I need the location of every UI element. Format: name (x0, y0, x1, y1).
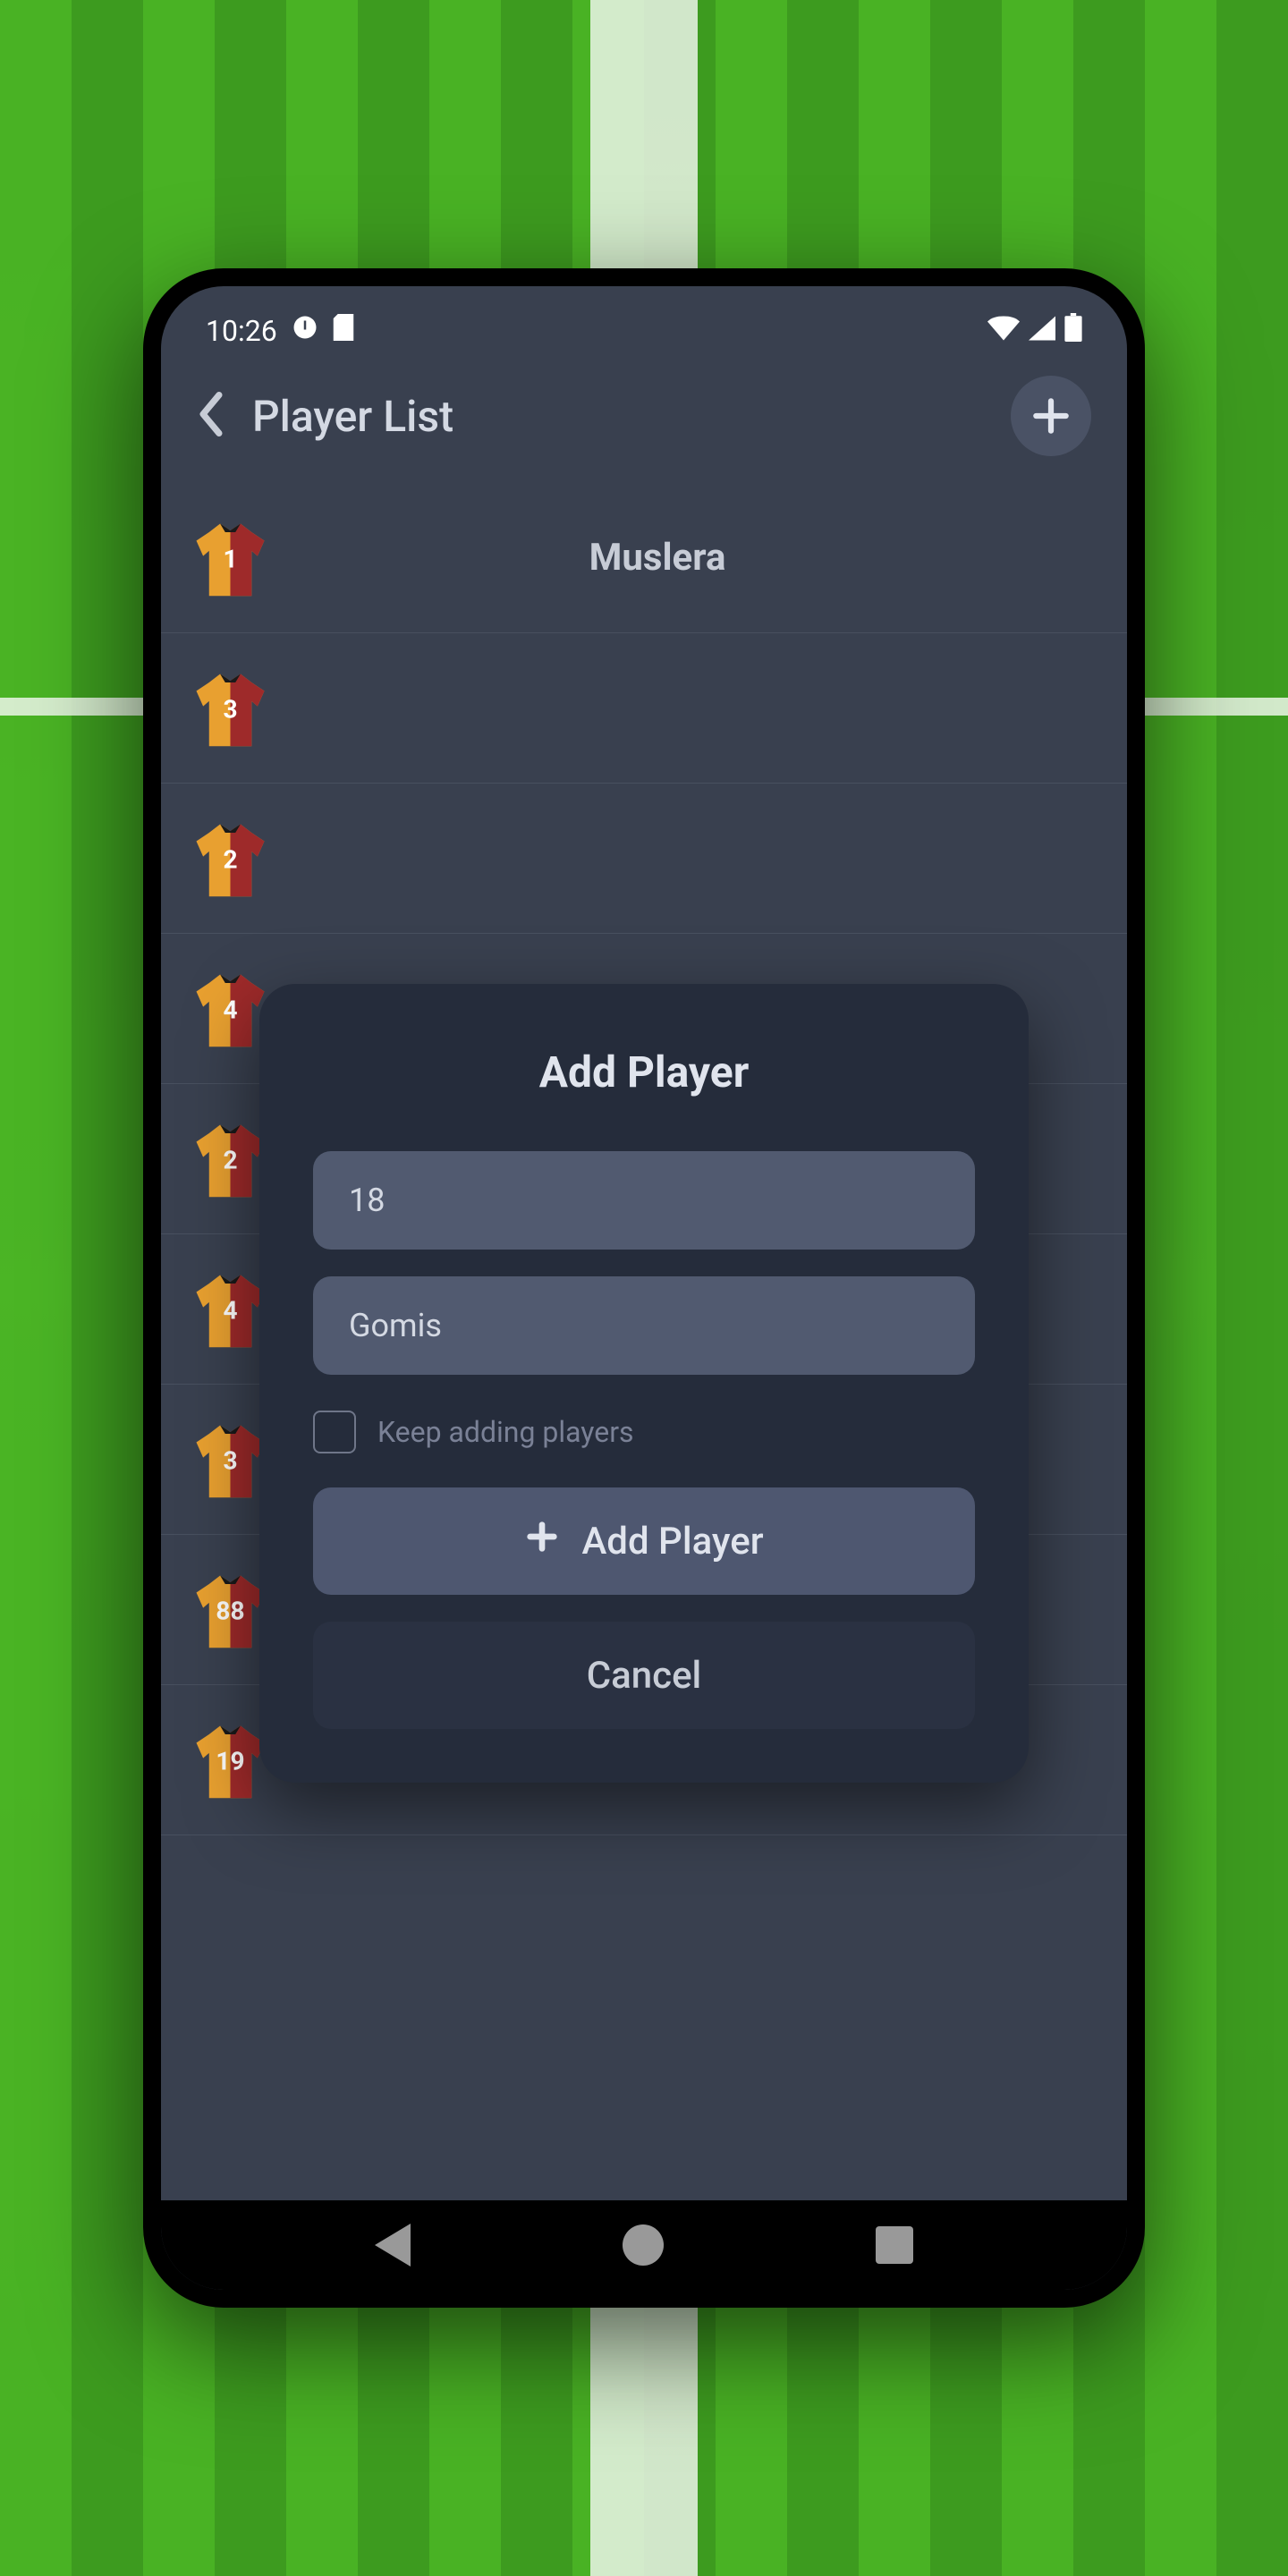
player-name: Muslera (300, 536, 1100, 580)
keep-adding-label: Keep adding players (377, 1415, 634, 1449)
jersey-number: 4 (223, 996, 237, 1025)
jersey-icon: 3 (188, 665, 273, 750)
status-sd-icon (333, 314, 354, 348)
keep-adding-row[interactable]: Keep adding players (313, 1402, 975, 1487)
back-icon[interactable] (197, 392, 225, 440)
plus-icon (524, 1519, 560, 1564)
nav-home-icon[interactable] (623, 2224, 664, 2266)
nav-recents-icon[interactable] (876, 2226, 913, 2264)
jersey-number: 2 (223, 845, 237, 875)
add-player-dialog: Add Player Keep adding players Add Playe… (259, 984, 1029, 1783)
status-dnd-icon (292, 314, 318, 348)
player-number-input[interactable] (313, 1151, 975, 1250)
list-item[interactable]: 3 (161, 633, 1127, 784)
signal-icon (1029, 314, 1055, 348)
status-time: 10:26 (206, 314, 277, 348)
jersey-icon: 1 (188, 515, 273, 600)
wifi-icon (987, 314, 1020, 348)
jersey-number: 3 (223, 695, 237, 724)
app-header: Player List (161, 358, 1127, 483)
add-player-button[interactable] (1011, 376, 1091, 456)
player-name-input[interactable] (313, 1276, 975, 1375)
list-item[interactable]: 2 (161, 784, 1127, 934)
add-player-confirm-button[interactable]: Add Player (313, 1487, 975, 1595)
battery-icon (1064, 313, 1082, 349)
add-button-label: Add Player (581, 1520, 763, 1563)
status-bar: 10:26 (161, 286, 1127, 358)
dialog-title: Add Player (313, 1046, 975, 1097)
cancel-button[interactable]: Cancel (313, 1622, 975, 1729)
jersey-number: 88 (216, 1597, 244, 1626)
jersey-number: 4 (223, 1296, 237, 1326)
jersey-number: 1 (223, 545, 237, 574)
keep-adding-checkbox[interactable] (313, 1411, 356, 1453)
page-title: Player List (252, 391, 453, 442)
jersey-number: 3 (223, 1446, 237, 1476)
jersey-icon: 2 (188, 816, 273, 901)
phone-screen: 10:26 Player List (161, 286, 1127, 2290)
jersey-number: 2 (223, 1146, 237, 1175)
android-navbar (161, 2200, 1127, 2290)
list-item[interactable]: 1 Muslera (161, 483, 1127, 633)
phone-frame: 10:26 Player List (143, 268, 1145, 2308)
jersey-number: 19 (216, 1747, 244, 1776)
nav-back-icon[interactable] (375, 2224, 411, 2267)
